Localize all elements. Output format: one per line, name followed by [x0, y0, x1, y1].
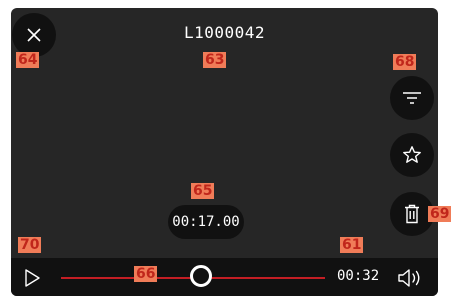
filter-button[interactable]: [390, 76, 434, 120]
callout-66: 66: [134, 266, 158, 282]
favorite-button[interactable]: [390, 133, 434, 177]
trash-icon: [405, 204, 419, 224]
play-icon[interactable]: [21, 267, 43, 289]
callout-68: 68: [393, 54, 417, 70]
star-icon: [403, 146, 421, 163]
playback-controls-bar: 00:32: [11, 258, 438, 296]
filter-icon: [403, 92, 421, 104]
callout-61: 61: [340, 237, 364, 253]
total-duration: 00:32: [337, 268, 380, 284]
callout-69: 69: [428, 206, 452, 222]
scrubber-handle[interactable]: [189, 265, 212, 287]
callout-65: 65: [191, 183, 215, 199]
current-time-display: 00:17.00: [168, 205, 244, 239]
callout-70: 70: [18, 237, 42, 253]
callout-63: 63: [203, 52, 227, 68]
callout-64: 64: [16, 52, 40, 68]
volume-icon[interactable]: [397, 266, 423, 290]
file-title: L1000042: [183, 23, 266, 42]
